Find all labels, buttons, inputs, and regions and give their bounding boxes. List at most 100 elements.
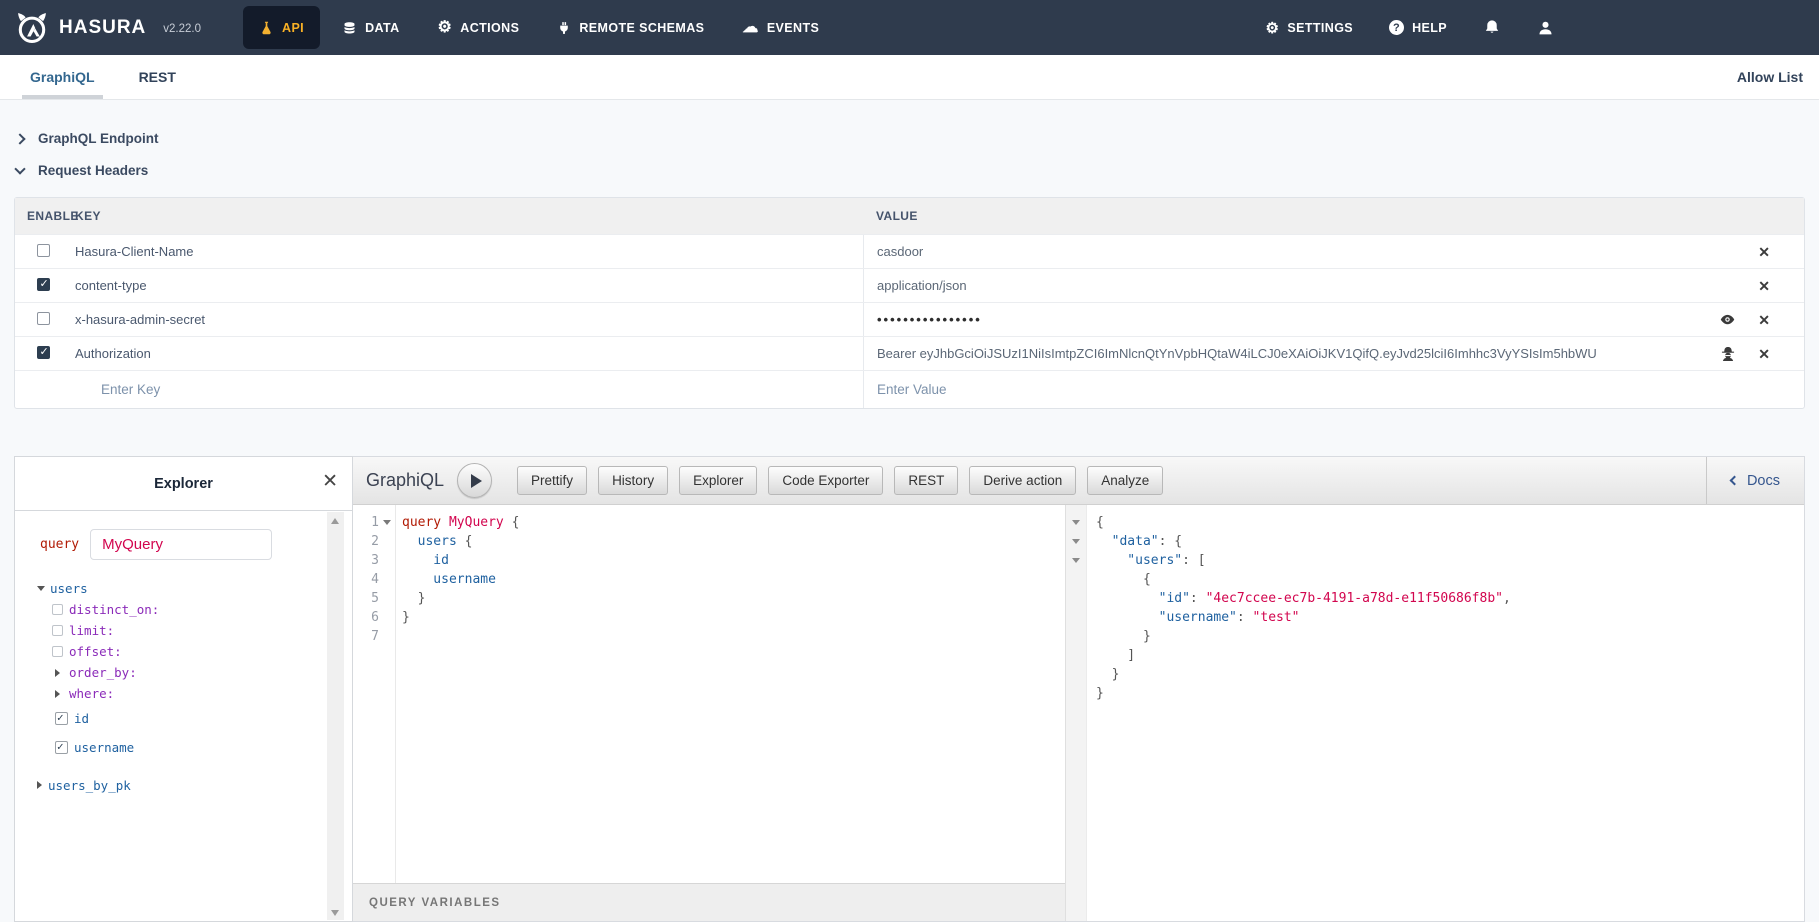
docs-label: Docs — [1747, 473, 1780, 489]
tree-node-users[interactable]: users — [37, 577, 322, 599]
scroll-down-icon[interactable] — [331, 910, 339, 916]
hasura-logo[interactable]: HASURA v2.22.0 — [14, 10, 201, 46]
nav-item-events[interactable]: ☁ EVENTS — [726, 6, 835, 49]
header-key-field[interactable]: Authorization — [75, 346, 863, 361]
query-editor-pane: 1 query MyQuery { 2 users { 3 id — [353, 505, 1066, 921]
enable-checkbox[interactable] — [37, 346, 50, 359]
table-header-row: ENABLE KEY VALUE — [15, 198, 1804, 234]
version-badge: v2.22.0 — [163, 23, 201, 35]
remove-header-icon[interactable]: ✕ — [1758, 245, 1770, 259]
fold-arrow-icon[interactable] — [383, 520, 391, 525]
tab-rest[interactable]: REST — [139, 55, 176, 99]
tree-arg-limit[interactable]: limit: — [52, 620, 322, 641]
table-row: content-type application/json ✕ — [15, 268, 1804, 302]
header-value-field[interactable]: application/json ✕ — [863, 269, 1804, 302]
play-icon — [471, 474, 482, 488]
query-editor[interactable]: 1 query MyQuery { 2 users { 3 id — [353, 505, 1065, 883]
explorer-close-icon[interactable]: ✕ — [322, 472, 338, 491]
arg-checkbox[interactable] — [52, 625, 63, 636]
scroll-up-icon[interactable] — [331, 518, 339, 524]
flask-icon — [259, 20, 274, 36]
gears-icon: ⚙ — [438, 20, 453, 36]
history-button[interactable]: History — [598, 466, 668, 495]
enable-checkbox[interactable] — [37, 278, 50, 291]
field-label: id — [74, 711, 89, 726]
chevron-right-icon — [14, 133, 25, 144]
collapse-triangle-icon — [37, 586, 45, 591]
arg-checkbox[interactable] — [52, 604, 63, 615]
header-key-field[interactable]: Hasura-Client-Name — [75, 244, 863, 259]
gutter-divider — [395, 505, 396, 883]
operation-name-input[interactable] — [90, 529, 272, 560]
remove-header-icon[interactable]: ✕ — [1758, 347, 1770, 361]
rest-button[interactable]: REST — [894, 466, 958, 495]
settings-link[interactable]: ⚙ SETTINGS — [1265, 19, 1353, 37]
analyze-button[interactable]: Analyze — [1087, 466, 1163, 495]
database-icon — [342, 20, 357, 36]
field-checkbox[interactable] — [55, 712, 68, 725]
nav-item-actions[interactable]: ⚙ ACTIONS — [422, 6, 536, 49]
explorer-scrollbar[interactable] — [327, 512, 344, 920]
header-value-field[interactable]: casdoor ✕ — [863, 235, 1804, 268]
jwt-value-text: Bearer eyJhbGciOiJSUzI1NiIsImtpZCI6ImNlc… — [877, 346, 1597, 361]
nav-item-label: REMOTE SCHEMAS — [579, 21, 704, 35]
execute-query-button[interactable] — [457, 463, 492, 498]
fold-arrow-icon[interactable] — [1072, 558, 1080, 563]
prettify-button[interactable]: Prettify — [517, 466, 587, 495]
col-value: VALUE — [863, 209, 1804, 223]
new-header-row — [15, 370, 1804, 408]
nav-item-label: API — [282, 21, 304, 35]
explorer-header: Explorer ✕ — [15, 457, 352, 511]
help-link[interactable]: ? HELP — [1389, 20, 1447, 35]
query-variables-bar[interactable]: QUERY VARIABLES — [353, 883, 1065, 921]
derive-action-button[interactable]: Derive action — [969, 466, 1076, 495]
tree-field-id[interactable]: id — [55, 704, 322, 733]
tree-arg-offset[interactable]: offset: — [52, 641, 322, 662]
header-key-field[interactable]: x-hasura-admin-secret — [75, 312, 863, 327]
nav-item-data[interactable]: DATA — [326, 6, 415, 49]
explorer-title: Explorer — [154, 476, 213, 492]
masked-value-text: •••••••••••••••• — [877, 312, 982, 327]
reveal-eye-icon[interactable] — [1719, 312, 1736, 327]
users-arguments: distinct_on: limit: offset: order_by: wh… — [52, 599, 322, 704]
expand-triangle-icon — [55, 690, 60, 698]
allow-list-link[interactable]: Allow List — [1737, 69, 1803, 85]
remove-header-icon[interactable]: ✕ — [1758, 279, 1770, 293]
enable-checkbox[interactable] — [37, 312, 50, 325]
settings-label: SETTINGS — [1287, 21, 1353, 35]
tree-arg-distinct-on[interactable]: distinct_on: — [52, 599, 322, 620]
tab-graphiql[interactable]: GraphiQL — [30, 55, 95, 99]
new-header-value-input[interactable] — [877, 382, 1699, 397]
tree-node-label: users — [50, 581, 88, 596]
header-value-field[interactable]: •••••••••••••••• ✕ — [863, 303, 1804, 336]
new-header-key-input[interactable] — [101, 382, 787, 397]
user-avatar-icon[interactable] — [1537, 19, 1554, 37]
fold-arrow-icon[interactable] — [1072, 520, 1080, 525]
header-value-field[interactable]: Bearer eyJhbGciOiJSUzI1NiIsImtpZCI6ImNlc… — [863, 337, 1804, 370]
tree-node-users-by-pk[interactable]: users_by_pk — [37, 774, 322, 796]
arg-label: limit: — [69, 623, 114, 638]
fold-arrow-icon[interactable] — [1072, 539, 1080, 544]
nav-item-api[interactable]: API — [243, 6, 320, 49]
line-number: 1 — [353, 513, 379, 532]
col-enable: ENABLE — [15, 209, 75, 223]
arg-checkbox[interactable] — [52, 646, 63, 657]
tree-node-label: users_by_pk — [48, 778, 131, 793]
tree-field-username[interactable]: username — [55, 733, 322, 762]
remove-header-icon[interactable]: ✕ — [1758, 313, 1770, 327]
jwt-analyzer-icon[interactable] — [1720, 346, 1736, 362]
graphql-endpoint-toggle[interactable]: GraphQL Endpoint — [16, 129, 159, 147]
tree-arg-where[interactable]: where: — [52, 683, 322, 704]
explorer-button[interactable]: Explorer — [679, 466, 757, 495]
request-headers-toggle[interactable]: Request Headers — [16, 161, 148, 179]
nav-item-remote-schemas[interactable]: REMOTE SCHEMAS — [541, 6, 720, 49]
notifications-bell-icon[interactable] — [1483, 18, 1501, 37]
line-number: 4 — [353, 570, 379, 589]
code-exporter-button[interactable]: Code Exporter — [768, 466, 883, 495]
field-checkbox[interactable] — [55, 741, 68, 754]
arg-label: offset: — [69, 644, 122, 659]
docs-toggle[interactable]: Docs — [1706, 457, 1804, 504]
header-key-field[interactable]: content-type — [75, 278, 863, 293]
enable-checkbox[interactable] — [37, 244, 50, 257]
tree-arg-order-by[interactable]: order_by: — [52, 662, 322, 683]
